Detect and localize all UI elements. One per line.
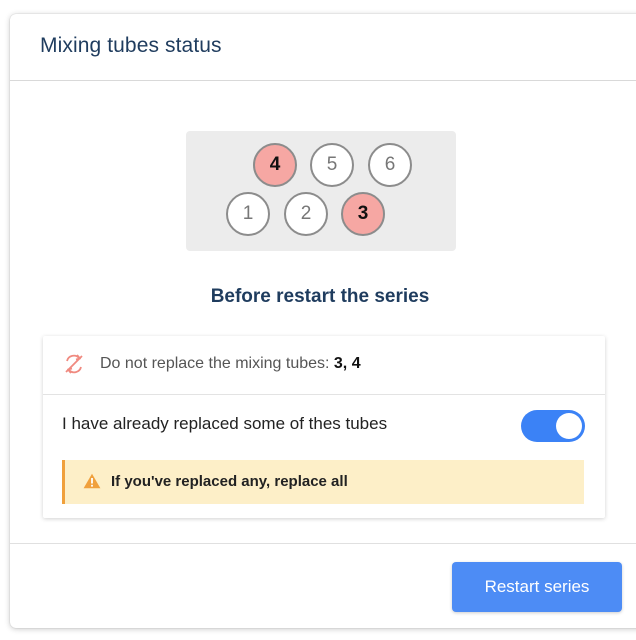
do-not-replace-notice: Do not replace the mixing tubes: 3, 4 — [43, 336, 605, 395]
warning-text: If you've replaced any, replace all — [111, 473, 348, 490]
notice-label: Do not replace the mixing tubes: — [100, 355, 334, 372]
tubes-diagram: 4 5 6 1 2 3 — [186, 131, 456, 251]
already-replaced-toggle[interactable] — [521, 410, 585, 442]
replacement-card: Do not replace the mixing tubes: 3, 4 I … — [43, 336, 605, 518]
section-subtitle: Before restart the series — [210, 286, 430, 307]
restart-series-button[interactable]: Restart series — [452, 562, 622, 612]
tube-5: 5 — [310, 143, 354, 187]
mixing-tubes-dialog: Mixing tubes status 4 5 6 1 2 3 Before r… — [10, 14, 636, 628]
tube-6: 6 — [368, 143, 412, 187]
no-replace-icon — [65, 354, 83, 374]
warning-triangle-icon — [83, 473, 101, 489]
tube-1: 1 — [226, 192, 270, 236]
notice-tube-numbers: 3, 4 — [333, 355, 361, 372]
tube-2: 2 — [284, 192, 328, 236]
toggle-knob — [556, 413, 582, 439]
footer-divider — [10, 543, 636, 544]
notice-text: Do not replace the mixing tubes: 3, 4 — [100, 355, 361, 373]
warning-banner: If you've replaced any, replace all — [62, 460, 584, 504]
tube-4: 4 — [253, 143, 297, 187]
dialog-header: Mixing tubes status — [10, 14, 636, 81]
dialog-title: Mixing tubes status — [40, 34, 222, 57]
tube-3: 3 — [341, 192, 385, 236]
already-replaced-label: I have already replaced some of thes tub… — [62, 414, 388, 433]
